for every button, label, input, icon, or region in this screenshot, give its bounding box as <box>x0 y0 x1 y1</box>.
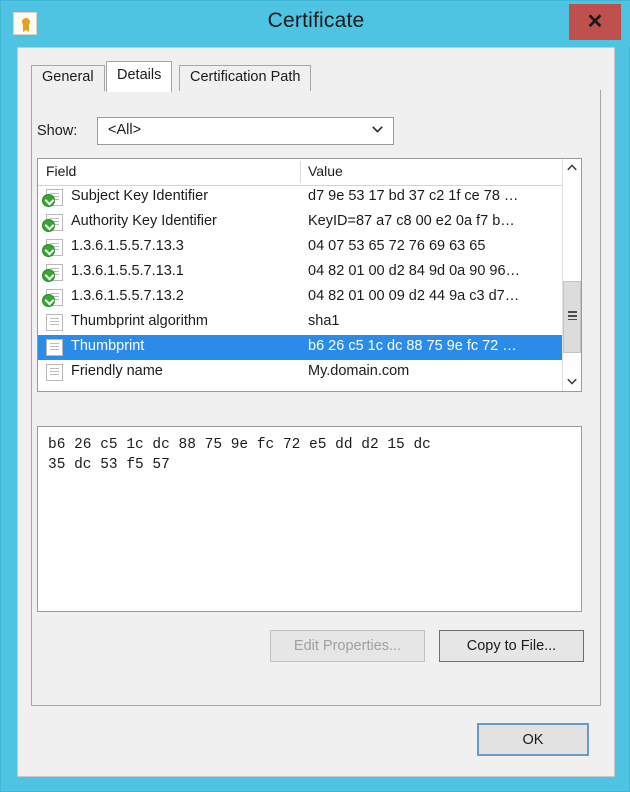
ok-button[interactable]: OK <box>477 723 589 756</box>
field-detail-text: b6 26 c5 1c dc 88 75 9e fc 72 e5 dd d2 1… <box>48 437 431 473</box>
field-value: 04 82 01 00 d2 84 9d 0a 90 96… <box>308 263 521 279</box>
field-detail-box[interactable]: b6 26 c5 1c dc 88 75 9e fc 72 e5 dd d2 1… <box>37 426 582 612</box>
certificate-field-list[interactable]: Field Value Subject Key Identifier d7 9e… <box>37 158 582 392</box>
certificate-dialog-window: Certificate ✕ General Details Certificat… <box>0 0 630 792</box>
scroll-up-icon[interactable] <box>563 159 581 177</box>
list-rows: Subject Key Identifier d7 9e 53 17 bd 37… <box>38 185 563 385</box>
column-divider <box>300 161 301 183</box>
scroll-down-icon[interactable] <box>563 373 581 391</box>
title-bar: Certificate ✕ <box>1 1 630 47</box>
property-icon <box>46 339 63 356</box>
extension-icon <box>42 264 63 282</box>
property-icon <box>46 364 63 381</box>
window-title: Certificate <box>267 9 365 32</box>
table-row[interactable]: Thumbprint algorithm sha1 <box>38 310 563 335</box>
scrollbar-thumb[interactable] <box>563 281 581 353</box>
extension-icon <box>42 289 63 307</box>
field-name: Subject Key Identifier <box>71 188 209 204</box>
extension-icon <box>42 239 63 257</box>
close-button[interactable]: ✕ <box>569 4 621 40</box>
table-row[interactable]: Friendly name My.domain.com <box>38 360 563 385</box>
edit-properties-button[interactable]: Edit Properties... <box>270 630 425 662</box>
table-row[interactable]: 1.3.6.1.5.5.7.13.3 04 07 53 65 72 76 69 … <box>38 235 563 260</box>
field-name: Thumbprint <box>71 338 145 354</box>
scrollbar-grip-icon <box>568 311 577 320</box>
show-dropdown[interactable]: <All> <box>97 117 394 145</box>
field-value: b6 26 c5 1c dc 88 75 9e fc 72 … <box>308 338 517 354</box>
field-value: 04 82 01 00 09 d2 44 9a c3 d7… <box>308 288 520 304</box>
tab-general[interactable]: General <box>31 65 105 91</box>
copy-to-file-button[interactable]: Copy to File... <box>439 630 584 662</box>
extension-icon <box>42 214 63 232</box>
table-row[interactable]: 1.3.6.1.5.5.7.13.2 04 82 01 00 09 d2 44 … <box>38 285 563 310</box>
field-value: sha1 <box>308 313 340 329</box>
property-icon <box>46 314 63 331</box>
show-label: Show: <box>37 123 78 139</box>
chevron-down-icon <box>372 126 383 133</box>
field-name: Thumbprint algorithm <box>71 313 208 329</box>
field-name: 1.3.6.1.5.5.7.13.2 <box>71 288 184 304</box>
table-row[interactable]: Authority Key Identifier KeyID=87 a7 c8 … <box>38 210 563 235</box>
field-value: KeyID=87 a7 c8 00 e2 0a f7 b… <box>308 213 515 229</box>
table-row[interactable]: Subject Key Identifier d7 9e 53 17 bd 37… <box>38 185 563 210</box>
column-header-value[interactable]: Value <box>308 163 343 179</box>
field-value: My.domain.com <box>308 363 410 379</box>
field-value: d7 9e 53 17 bd 37 c2 1f ce 78 … <box>308 188 519 204</box>
tab-strip: General Details Certification Path <box>31 61 601 92</box>
table-row[interactable]: 1.3.6.1.5.5.7.13.1 04 82 01 00 d2 84 9d … <box>38 260 563 285</box>
field-name: Authority Key Identifier <box>71 213 217 229</box>
field-value: 04 07 53 65 72 76 69 63 65 <box>308 238 486 254</box>
list-scrollbar[interactable] <box>562 159 581 391</box>
table-row-selected[interactable]: Thumbprint b6 26 c5 1c dc 88 75 9e fc 72… <box>38 335 563 360</box>
tab-details[interactable]: Details <box>106 61 173 92</box>
dialog-client-area: General Details Certification Path Show:… <box>17 47 615 777</box>
field-name: 1.3.6.1.5.5.7.13.3 <box>71 238 184 254</box>
close-icon: ✕ <box>586 11 604 33</box>
list-header: Field Value <box>38 159 581 186</box>
extension-icon <box>42 189 63 207</box>
field-name: Friendly name <box>71 363 163 379</box>
show-dropdown-value: <All> <box>108 122 142 138</box>
tab-certification-path[interactable]: Certification Path <box>179 65 312 91</box>
column-header-field[interactable]: Field <box>46 163 76 179</box>
field-name: 1.3.6.1.5.5.7.13.1 <box>71 263 184 279</box>
